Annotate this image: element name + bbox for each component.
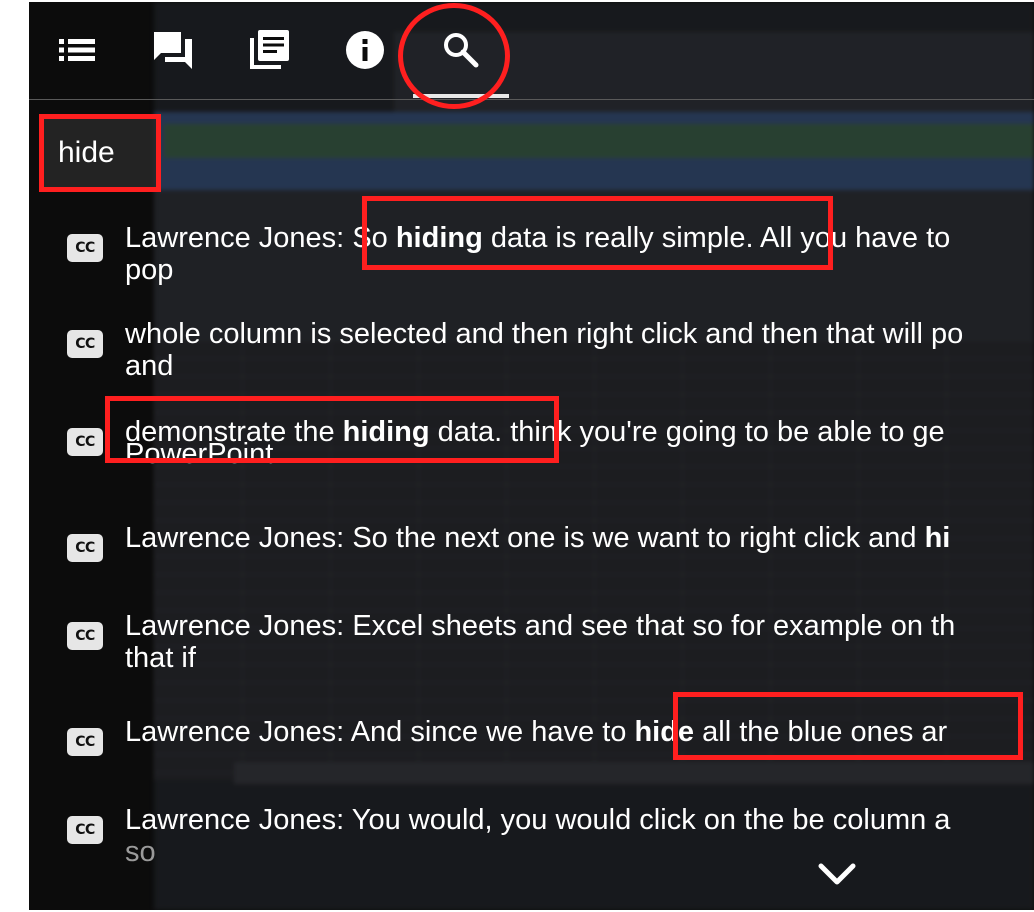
search-match: hide <box>634 716 695 748</box>
closed-caption-icon: CC <box>67 816 103 844</box>
closed-caption-icon: CC <box>67 428 103 456</box>
caption-text: Lawrence Jones: So hiding data is really… <box>125 222 951 254</box>
transcript-panel: CC Lawrence Jones: So hiding data is rea… <box>29 2 1034 910</box>
closed-caption-icon: CC <box>67 728 103 756</box>
caption-text-continued: pop <box>125 254 174 286</box>
info-button[interactable] <box>341 26 389 74</box>
closed-caption-icon: CC <box>67 330 103 358</box>
search-results-list: CC Lawrence Jones: So hiding data is rea… <box>29 200 1034 880</box>
caption-text: demonstrate the hiding data. think you'r… <box>125 416 945 448</box>
chat-icon <box>154 32 192 69</box>
closed-caption-icon: CC <box>67 622 103 650</box>
panel-toolbar <box>29 2 1034 99</box>
search-match: hiding <box>342 416 430 448</box>
active-tab-indicator <box>413 94 509 98</box>
search-input[interactable] <box>58 133 148 173</box>
chat-button[interactable] <box>149 26 197 74</box>
caption-text-continued: and <box>125 350 174 382</box>
caption-text-continued: so <box>125 836 156 868</box>
closed-caption-icon: CC <box>67 534 103 562</box>
search-tab-button[interactable] <box>437 26 485 74</box>
info-icon <box>346 31 384 69</box>
search-icon <box>444 33 479 68</box>
library-icon <box>250 30 289 69</box>
caption-text: Lawrence Jones: So the next one is we wa… <box>125 522 951 554</box>
toolbar-divider <box>29 99 1034 100</box>
search-match: hiding <box>395 222 483 254</box>
search-field-annotation <box>39 114 161 192</box>
library-button[interactable] <box>245 26 293 74</box>
caption-text: Lawrence Jones: Excel sheets and see tha… <box>125 610 956 642</box>
list-icon <box>59 39 95 61</box>
caption-text-continued: that if <box>125 642 196 674</box>
search-match: hi <box>924 522 951 554</box>
blurred-ribbon-bar <box>164 124 1034 158</box>
caption-text: whole column is selected and then right … <box>125 318 964 350</box>
chevron-down-icon <box>818 863 856 885</box>
caption-text: Lawrence Jones: You would, you would cli… <box>125 804 951 836</box>
list-button[interactable] <box>53 26 101 74</box>
closed-caption-icon: CC <box>67 234 103 262</box>
scroll-down-button[interactable] <box>815 854 859 894</box>
caption-text: Lawrence Jones: And since we have to hid… <box>125 716 948 748</box>
